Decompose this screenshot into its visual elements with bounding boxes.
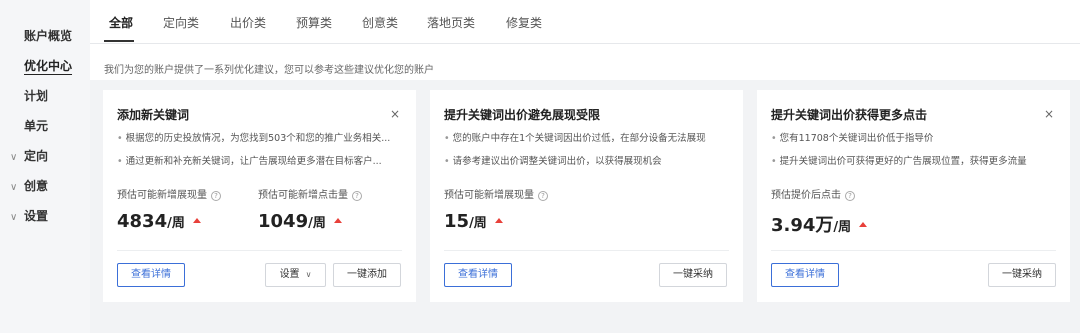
metric-unit: /周: [308, 216, 326, 231]
divider: [444, 250, 729, 251]
view-details-button[interactable]: 查看详情: [444, 263, 512, 287]
tab-creative[interactable]: 创意类: [362, 14, 398, 31]
sidebar-item-unit[interactable]: 单元: [24, 117, 48, 134]
suggestion-card-add-keywords: 添加新关键词 × 根据您的历史投放情况，为您找到503个和您的推广业务相关...…: [103, 90, 416, 302]
settings-dropdown-button[interactable]: 设置 ∨: [265, 263, 326, 287]
category-tabs: 全部 定向类 出价类 预算类 创意类 落地页类 修复类: [90, 0, 1080, 44]
sidebar-item-label: 创意: [24, 179, 49, 193]
trend-up-icon: [859, 222, 868, 227]
close-icon[interactable]: ×: [390, 108, 400, 120]
tab-targeting[interactable]: 定向类: [163, 14, 199, 31]
active-tab-indicator: [104, 40, 134, 42]
metric-number: 4834: [117, 211, 168, 232]
card-title: 添加新关键词: [117, 108, 190, 122]
card-bullet: 您的账户中存在1个关键词因出价过低，在部分设备无法展现: [444, 130, 734, 144]
tab-landing-page[interactable]: 落地页类: [427, 14, 475, 31]
divider: [771, 250, 1056, 251]
metric-label: 预估提价后点击?: [771, 186, 855, 201]
settings-label: 设置: [279, 269, 300, 280]
metric-value: 4834/周: [117, 211, 201, 232]
sidebar-item-label: 定向: [24, 149, 49, 163]
close-icon[interactable]: ×: [1044, 108, 1054, 120]
card-bullet: 请参考建议出价调整关键词出价，以获得展现机会: [444, 153, 734, 167]
card-bullet: 提升关键词出价可获得更好的广告展现位置，获得更多流量: [771, 153, 1061, 167]
suggestion-card-bid-limited: 提升关键词出价避免展现受限 您的账户中存在1个关键词因出价过低，在部分设备无法展…: [430, 90, 743, 302]
metric-value: 15/周: [444, 211, 503, 232]
chevron-down-icon: ∨: [305, 270, 312, 279]
main-panel: 全部 定向类 出价类 预算类 创意类 落地页类 修复类 我们为您的账户提供了一系…: [90, 0, 1080, 333]
metric-unit: /周: [167, 216, 185, 231]
sidebar-item-targeting[interactable]: ∨ 定向: [10, 147, 49, 164]
sidebar: 账户概览 优化中心 计划 单元 ∨ 定向 ∨ 创意 ∨ 设置: [0, 0, 90, 333]
page-hint: 我们为您的账户提供了一系列优化建议，您可以参考这些建议优化您的账户: [104, 65, 434, 76]
trend-up-icon: [333, 218, 342, 223]
card-bullet: 根据您的历史投放情况，为您找到503个和您的推广业务相关...: [117, 130, 402, 144]
metric-unit: /周: [469, 216, 487, 231]
trend-up-icon: [192, 218, 201, 223]
card-title: 提升关键词出价避免展现受限: [444, 108, 601, 122]
sidebar-item-account-overview[interactable]: 账户概览: [24, 27, 72, 44]
chevron-down-icon: ∨: [10, 152, 18, 163]
metric-label: 预估可能新增展现量?: [444, 186, 548, 201]
one-click-adopt-button[interactable]: 一键采纳: [659, 263, 727, 287]
metric-label: 预估可能新增展现量?: [117, 186, 221, 201]
tab-budget[interactable]: 预算类: [296, 14, 332, 31]
divider: [117, 250, 402, 251]
metric-label-text: 预估可能新增展现量: [444, 190, 534, 201]
view-details-button[interactable]: 查看详情: [771, 263, 839, 287]
metric-number: 15: [444, 211, 470, 232]
tab-all[interactable]: 全部: [109, 14, 133, 31]
view-details-button[interactable]: 查看详情: [117, 263, 185, 287]
card-bullet: 通过更新和补充新关键词，让广告展现给更多潜在目标客户...: [117, 153, 402, 167]
sidebar-item-creative[interactable]: ∨ 创意: [10, 177, 49, 194]
tab-bidding[interactable]: 出价类: [230, 14, 266, 31]
metric-label-text: 预估可能新增点击量: [258, 190, 348, 201]
metric-label-text: 预估提价后点击: [771, 190, 841, 201]
help-icon[interactable]: ?: [352, 191, 362, 201]
trend-up-icon: [494, 218, 503, 223]
metric-number: 3.94万: [771, 215, 834, 236]
help-icon[interactable]: ?: [538, 191, 548, 201]
sidebar-item-settings[interactable]: ∨ 设置: [10, 207, 49, 224]
metric-number: 1049: [258, 211, 309, 232]
chevron-down-icon: ∨: [10, 212, 18, 223]
help-icon[interactable]: ?: [845, 191, 855, 201]
card-bullet: 您有11708个关键词出价低于指导价: [771, 130, 1061, 144]
one-click-add-button[interactable]: 一键添加: [333, 263, 401, 287]
metric-label-text: 预估可能新增展现量: [117, 190, 207, 201]
metric-value: 1049/周: [258, 211, 342, 232]
sidebar-item-optimization-center[interactable]: 优化中心: [24, 57, 72, 74]
suggestion-card-more-clicks: 提升关键词出价获得更多点击 × 您有11708个关键词出价低于指导价 提升关键词…: [757, 90, 1070, 302]
metric-value: 3.94万/周: [771, 211, 868, 237]
metric-unit: /周: [833, 220, 852, 235]
sidebar-item-label: 设置: [24, 209, 49, 223]
tab-repair[interactable]: 修复类: [506, 14, 542, 31]
card-title: 提升关键词出价获得更多点击: [771, 108, 928, 122]
chevron-down-icon: ∨: [10, 182, 18, 193]
sidebar-item-plan[interactable]: 计划: [24, 87, 48, 104]
metric-label: 预估可能新增点击量?: [258, 186, 362, 201]
one-click-adopt-button[interactable]: 一键采纳: [988, 263, 1056, 287]
help-icon[interactable]: ?: [211, 191, 221, 201]
